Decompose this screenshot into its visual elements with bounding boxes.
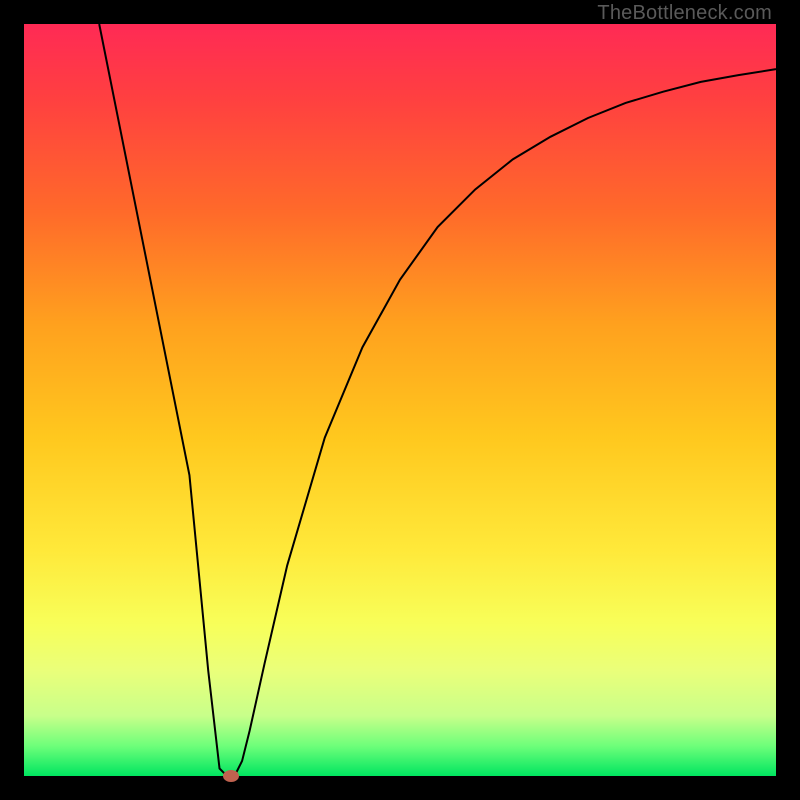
bottleneck-chart: TheBottleneck.com (0, 0, 800, 800)
bottleneck-curve (24, 24, 776, 776)
watermark-text: TheBottleneck.com (597, 2, 772, 25)
frame-border-left (0, 0, 24, 800)
frame-border-bottom (0, 776, 800, 800)
frame-border-right (776, 0, 800, 800)
curve-path (99, 24, 776, 776)
optimal-point-marker (223, 770, 239, 782)
